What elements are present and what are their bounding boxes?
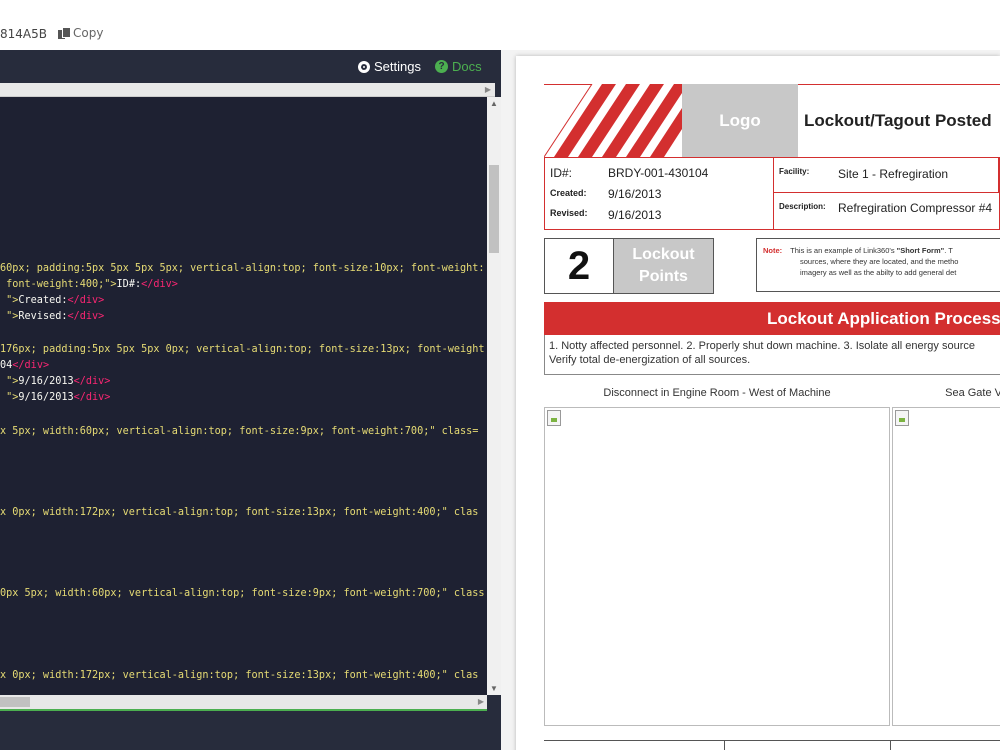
scroll-right-arrow-icon[interactable]: ▶: [485, 85, 491, 94]
lockout-image-1: [544, 407, 890, 726]
hazard-stripes-graphic: [544, 84, 682, 157]
process-steps: 1. Notty affected personnel. 2. Properly…: [544, 335, 1000, 375]
copy-button[interactable]: Copy: [58, 26, 103, 40]
note-line: Note: This is an example of Link360's "Sh…: [763, 246, 953, 255]
note-label: Note:: [763, 246, 783, 255]
scrollbar-thumb[interactable]: [0, 697, 30, 707]
code-line: x 0px; width:172px; vertical-align:top; …: [0, 670, 479, 681]
info-table: ID#: BRDY-001-430104 Created: 9/16/2013 …: [544, 157, 1000, 230]
broken-image-icon: [895, 410, 909, 426]
code-line: x 5px; width:60px; vertical-align:top; f…: [0, 426, 479, 437]
description-value: Refregiration Compressor #4: [838, 201, 993, 215]
help-icon: ?: [435, 60, 448, 73]
logo: Logo: [682, 84, 798, 157]
editor-toolbar: Settings ? Docs: [0, 50, 501, 83]
facility-label: Facility:: [779, 167, 810, 176]
scroll-right-arrow-icon[interactable]: ▶: [478, 697, 484, 706]
lockout-points-label: Lockout Points: [614, 239, 713, 293]
copy-icon: [58, 27, 71, 39]
id-value: BRDY-001-430104: [608, 166, 709, 180]
broken-image-icon: [547, 410, 561, 426]
revised-label: Revised:: [550, 208, 588, 218]
code-line: ">9/16/2013</div>: [0, 392, 111, 403]
scroll-down-arrow-icon[interactable]: ▼: [490, 684, 498, 693]
bottom-table-row: [544, 740, 1000, 750]
process-title-bar: Lockout Application Process: [544, 302, 1000, 335]
code-line: 176px; padding:5px 5px 5px 0px; vertical…: [0, 344, 485, 355]
code-line: ">9/16/2013</div>: [0, 376, 111, 387]
revised-value: 9/16/2013: [608, 208, 662, 222]
gear-icon: [358, 60, 370, 73]
created-label: Created:: [550, 188, 587, 198]
settings-button[interactable]: Settings: [358, 59, 421, 74]
editor-status-line: [0, 709, 487, 711]
cell-divider: [890, 741, 891, 750]
docs-button[interactable]: ? Docs: [435, 59, 482, 74]
code-line: 60px; padding:5px 5px 5px 5px; vertical-…: [0, 263, 485, 274]
description-row: Description: Refregiration Compressor #4: [774, 193, 1000, 229]
document-title: Lockout/Tagout Posted: [804, 111, 992, 130]
process-line: 1. Notty affected personnel. 2. Properly…: [549, 340, 975, 352]
note-box: Note: This is an example of Link360's "Sh…: [756, 238, 1000, 292]
facility-value: Site 1 - Refregiration: [838, 167, 949, 181]
docs-label: Docs: [452, 59, 482, 74]
code-line: font-weight:400;">ID#:</div>: [0, 279, 178, 290]
bottom-horizontal-scrollbar[interactable]: ▶: [0, 695, 487, 709]
cell-divider: [998, 158, 999, 193]
settings-label: Settings: [374, 59, 421, 74]
top-bar: 814A5B Copy: [0, 0, 1000, 50]
preview-panel: Logo Lockout/Tagout Posted ID#: BRDY-001…: [501, 50, 1000, 750]
created-value: 9/16/2013: [608, 187, 662, 201]
cell-divider: [724, 741, 725, 750]
scroll-up-arrow-icon[interactable]: ▲: [490, 99, 498, 108]
top-horizontal-scrollbar[interactable]: ▶: [0, 83, 495, 97]
description-label: Description:: [779, 202, 826, 211]
code-line: 04</div>: [0, 360, 50, 371]
code-line: ">Created:</div>: [0, 295, 105, 306]
lockout-image-2: [892, 407, 1000, 726]
image-caption-2: Sea Gate V: [945, 387, 1000, 399]
note-line: imagery as well as the abilty to add gen…: [800, 268, 957, 277]
lockout-label-line1: Lockout: [632, 246, 695, 263]
app-root: 814A5B Copy Settings ? Docs ▶ 60px; padd…: [0, 0, 1000, 750]
process-line: Verify total de-energization of all sour…: [549, 354, 751, 366]
code-line: ">Revised:</div>: [0, 311, 105, 322]
code-area[interactable]: 60px; padding:5px 5px 5px 5px; vertical-…: [0, 97, 487, 695]
process-title: Lockout Application Process: [767, 309, 1000, 328]
scrollbar-thumb[interactable]: [489, 165, 499, 253]
note-line: sources, where they are located, and the…: [800, 257, 959, 266]
code-line: 0px 5px; width:60px; vertical-align:top;…: [0, 588, 485, 599]
copy-label: Copy: [73, 26, 104, 40]
id-label: ID#:: [550, 166, 573, 180]
code-line: x 0px; width:172px; vertical-align:top; …: [0, 507, 479, 518]
lockout-count: 2: [545, 239, 614, 293]
lockout-points-box: 2 Lockout Points: [544, 238, 714, 294]
document-page: Logo Lockout/Tagout Posted ID#: BRDY-001…: [516, 56, 1000, 750]
code-editor-panel: Settings ? Docs ▶ 60px; padding:5px 5px …: [0, 50, 501, 750]
facility-row: Facility: Site 1 - Refregiration: [774, 158, 1000, 193]
version-hash: 814A5B: [0, 27, 47, 41]
image-caption-1: Disconnect in Engine Room - West of Mach…: [603, 387, 831, 399]
lockout-label-line2: Points: [639, 268, 688, 285]
vertical-scrollbar[interactable]: ▲ ▼: [487, 97, 501, 695]
id-dates-cell: ID#: BRDY-001-430104 Created: 9/16/2013 …: [545, 158, 774, 229]
